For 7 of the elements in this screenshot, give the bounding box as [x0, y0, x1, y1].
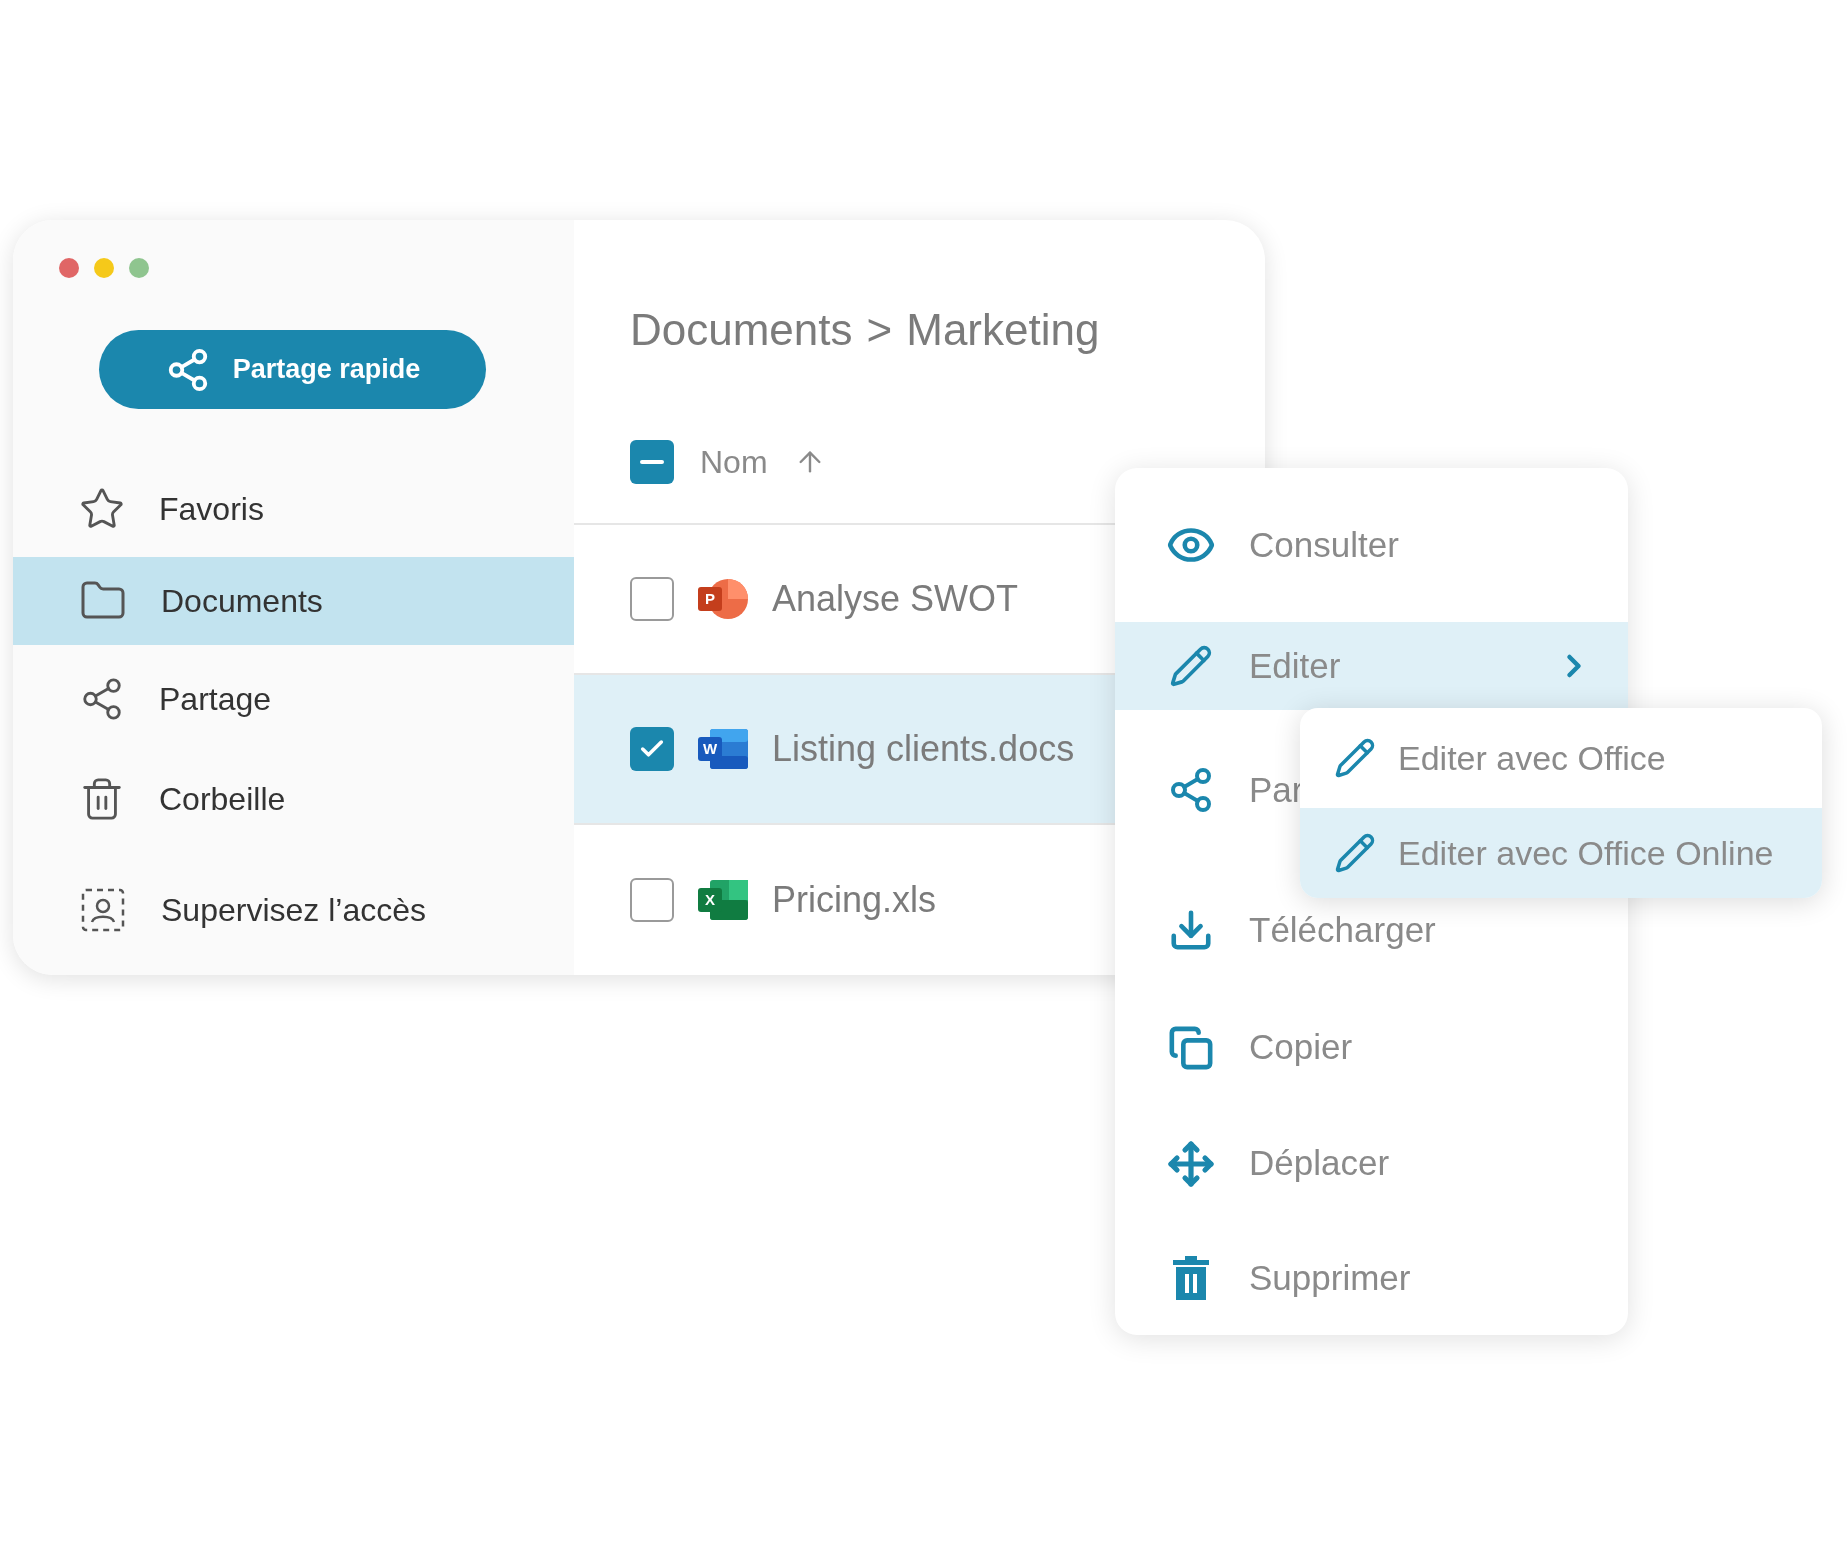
- file-letter: W: [698, 737, 722, 761]
- breadcrumb-separator: >: [866, 304, 893, 356]
- file-letter: P: [698, 587, 722, 611]
- file-name: Listing clients.docs: [772, 727, 1075, 771]
- file-name: Pricing.xls: [772, 878, 937, 922]
- file-name: Analyse SWOT: [772, 577, 1019, 621]
- file-letter: X: [698, 888, 722, 912]
